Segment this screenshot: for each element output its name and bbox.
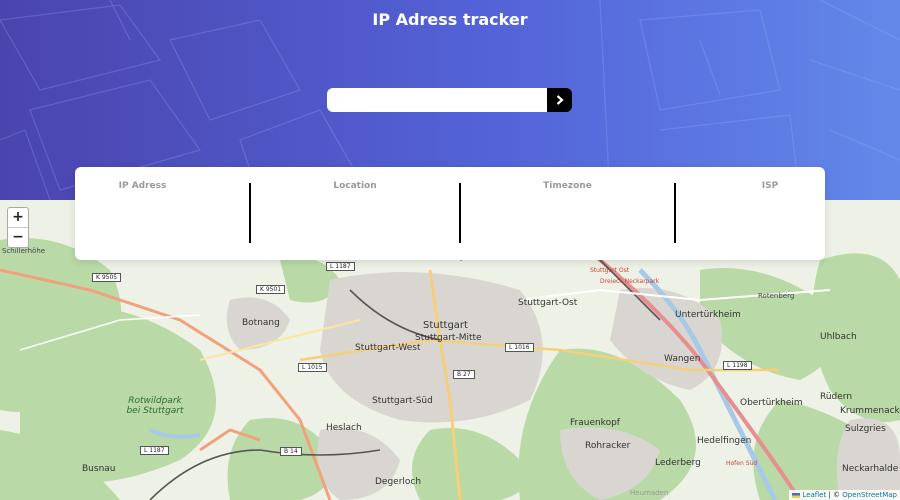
map-label: Stuttgart-Ost: [518, 298, 578, 308]
map-label: Hofen Süd: [726, 460, 758, 467]
map-label: Stuttgart-West: [355, 343, 421, 353]
map-label: Krummenacker: [840, 406, 900, 416]
map-label: Frauenkopf: [570, 418, 620, 428]
map-label: Rotenberg: [758, 292, 795, 300]
chevron-right-icon: [556, 95, 564, 105]
openstreetmap-link[interactable]: OpenStreetMap: [842, 491, 897, 499]
ip-address-label: IP Adress: [118, 181, 167, 191]
road-shield: B 27: [453, 370, 475, 379]
map-label: Degerloch: [375, 477, 422, 487]
road-shield: L 1187: [326, 262, 355, 271]
timezone-cell: Timezone: [495, 181, 640, 197]
map-label: Rüdern: [820, 392, 853, 402]
map-label: Heumaden: [630, 489, 669, 497]
map-label: Stuttgart-Mitte: [415, 333, 482, 343]
timezone-label: Timezone: [543, 181, 592, 191]
leaflet-link[interactable]: Leaflet: [802, 491, 826, 499]
map-label: Wangen: [664, 354, 701, 364]
map-label: Untertürkheim: [675, 310, 741, 320]
road-shield: L 1016: [505, 343, 534, 352]
road-shield: L 1198: [723, 361, 752, 370]
isp-cell: ISP: [735, 181, 805, 197]
attribution-separator: | ©: [826, 491, 843, 499]
map-attribution: Leaflet | © OpenStreetMap: [789, 490, 900, 500]
map-label: Botnang: [242, 318, 280, 328]
zoom-in-button[interactable]: +: [8, 208, 28, 227]
ip-info-panel: IP Adress Location Timezone ISP: [75, 167, 825, 260]
page-title: IP Adress tracker: [372, 10, 528, 29]
location-cell: Location: [275, 181, 435, 197]
map-label: Heslach: [326, 423, 362, 433]
ip-search-input[interactable]: [327, 88, 547, 112]
map-label: Stuttgart-Süd: [372, 396, 433, 406]
location-label: Location: [333, 181, 377, 191]
map-label: Busnau: [82, 464, 116, 474]
flag-icon: [792, 492, 801, 498]
road-shield: L 1187: [140, 446, 169, 455]
map-label: Dreieck Neckarpark: [600, 278, 660, 285]
map-label: Uhlbach: [820, 332, 857, 342]
ip-address-cell: IP Adress: [75, 181, 210, 197]
map-label: Lederberg: [655, 458, 701, 468]
divider: [459, 183, 461, 243]
road-shield: K 9501: [256, 285, 286, 294]
map-label: Schillerhöhe: [2, 247, 46, 255]
divider: [674, 183, 676, 243]
road-shield: K 9505: [92, 273, 122, 282]
road-shield: L 1015: [298, 363, 327, 372]
map-label: Stuttgart: [423, 320, 468, 331]
search-submit-button[interactable]: [547, 88, 572, 112]
map-label: Neckarhalde: [842, 464, 899, 474]
zoom-out-button[interactable]: −: [8, 227, 28, 247]
road-shield: B 14: [280, 447, 302, 456]
map-zoom-control: + −: [7, 207, 29, 248]
map-label: Obertürkheim: [740, 398, 803, 408]
map-label: Stuttgart Ost: [590, 267, 630, 274]
map-label: Rotwildpark bei Stuttgart: [126, 396, 184, 416]
map-label: Sulzgries: [845, 424, 886, 434]
map-label: Rohracker: [585, 441, 631, 451]
map-label: Hedelfingen: [697, 436, 752, 446]
isp-label: ISP: [761, 181, 779, 191]
search-bar: [327, 88, 572, 112]
divider: [249, 183, 251, 243]
